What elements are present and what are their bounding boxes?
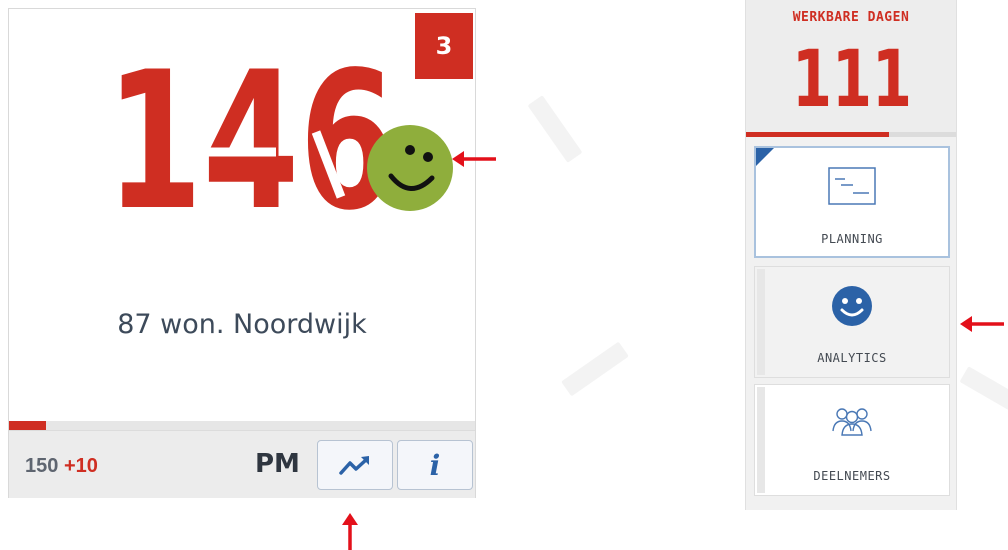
project-progress-fill bbox=[9, 421, 47, 430]
big-number-text: 146 bbox=[106, 57, 396, 227]
background-watermark bbox=[561, 341, 629, 397]
workable-days-label: WERKBARE DAGEN bbox=[792, 10, 910, 25]
unit-count: 150 +10 bbox=[25, 455, 98, 478]
active-corner-indicator bbox=[756, 148, 774, 166]
people-group-icon bbox=[832, 408, 872, 436]
nav-label-analytics: ANALYTICS bbox=[817, 351, 887, 365]
workable-days-progress-fill bbox=[746, 132, 889, 137]
smiley-icon bbox=[832, 286, 872, 326]
background-watermark bbox=[959, 366, 1008, 412]
unit-count-base: 150 bbox=[25, 455, 59, 477]
role-label: PM bbox=[255, 449, 300, 479]
trend-button[interactable] bbox=[317, 440, 393, 490]
nav-label-deelnemers: DEELNEMERS bbox=[813, 469, 891, 483]
unit-count-plus: +10 bbox=[63, 455, 98, 477]
annotation-arrow-up bbox=[339, 512, 361, 550]
workable-days-value: 111 bbox=[790, 40, 914, 110]
nav-item-deelnemers[interactable]: DEELNEMERS bbox=[754, 384, 950, 496]
project-progress-bar bbox=[9, 421, 475, 430]
annotation-arrow-analytics bbox=[958, 313, 1006, 335]
nav-item-planning[interactable]: PLANNING bbox=[754, 146, 950, 258]
count-badge: 3 bbox=[415, 13, 473, 79]
gantt-chart-icon bbox=[828, 167, 876, 205]
project-name: 87 won. Noordwijk bbox=[117, 309, 367, 340]
nav-label-planning: PLANNING bbox=[821, 232, 883, 246]
card-footer: 150 +10 PM i bbox=[9, 430, 475, 498]
big-number: 146 bbox=[106, 57, 406, 227]
trend-chart-icon bbox=[339, 456, 369, 475]
project-card[interactable]: 3 146 87 won. Noordwijk 150 +10 PM i bbox=[8, 8, 476, 498]
workable-days-progress-bar bbox=[746, 132, 956, 137]
info-button[interactable]: i bbox=[397, 440, 473, 490]
nav-item-analytics[interactable]: ANALYTICS bbox=[754, 266, 950, 378]
annotation-arrow-left bbox=[450, 148, 498, 170]
info-icon: i bbox=[429, 448, 441, 482]
happy-smiley-icon bbox=[366, 124, 454, 212]
workable-days-box: WERKBARE DAGEN 111 bbox=[746, 0, 956, 132]
workable-days-number: 111 bbox=[792, 40, 912, 110]
background-watermark bbox=[527, 95, 583, 163]
side-panel: WERKBARE DAGEN 111 PLANNING ANALYTICS DE… bbox=[745, 0, 957, 510]
